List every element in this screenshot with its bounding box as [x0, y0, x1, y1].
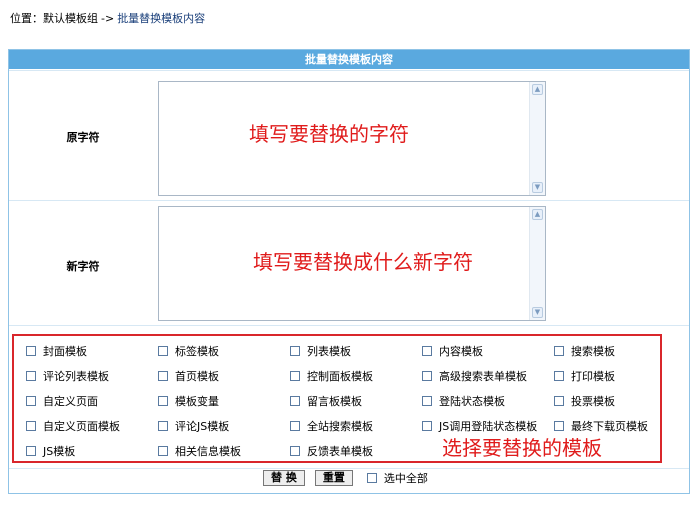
template-checkbox-item[interactable]: 留言板模板	[290, 393, 362, 409]
template-checkbox-item[interactable]: 搜索模板	[554, 343, 615, 359]
template-checkbox-item[interactable]: 首页模板	[158, 368, 219, 384]
template-checkbox-item[interactable]: JS模板	[26, 443, 75, 459]
new-string-label: 新字符	[66, 260, 100, 273]
template-checkbox-item[interactable]: 列表模板	[290, 343, 351, 359]
checkbox[interactable]	[290, 371, 300, 381]
old-string-row: 原字符 ▲ ▼ 填写要替换的字符	[9, 70, 689, 201]
checkbox[interactable]	[366, 473, 377, 483]
template-checkbox-item[interactable]: 控制面板模板	[290, 368, 373, 384]
checkbox[interactable]	[26, 396, 36, 406]
template-checkbox-item[interactable]: 自定义页面	[26, 393, 98, 409]
breadcrumb-group: 默认模板组	[43, 12, 98, 25]
template-checkbox-item[interactable]: 标签模板	[158, 343, 219, 359]
action-bar: 替 换 重置 选中全部	[263, 470, 428, 486]
template-checkbox-item[interactable]: 反馈表单模板	[290, 443, 373, 459]
template-checkbox-item[interactable]: 高级搜索表单模板	[422, 368, 527, 384]
checkbox[interactable]	[158, 371, 168, 381]
checkbox[interactable]	[158, 421, 168, 431]
old-string-hint: 填写要替换的字符	[249, 122, 409, 146]
checkbox[interactable]	[422, 346, 432, 356]
replace-button[interactable]: 替 换	[263, 470, 305, 486]
checkbox[interactable]	[554, 421, 564, 431]
scroll-up-icon[interactable]: ▲	[532, 209, 543, 220]
old-string-scrollbar[interactable]: ▲ ▼	[529, 82, 545, 195]
breadcrumb-separator: ->	[101, 12, 115, 25]
reset-button[interactable]: 重置	[314, 470, 353, 486]
new-string-scrollbar[interactable]: ▲ ▼	[529, 207, 545, 320]
checkbox[interactable]	[158, 446, 168, 456]
template-checkbox-item[interactable]: 登陆状态模板	[422, 393, 505, 409]
checkbox[interactable]	[422, 396, 432, 406]
checkbox[interactable]	[554, 346, 564, 356]
template-checkbox-item[interactable]: 全站搜索模板	[290, 418, 373, 434]
checkbox[interactable]	[158, 396, 168, 406]
checkbox[interactable]	[554, 371, 564, 381]
template-checkbox-item[interactable]: 评论JS模板	[158, 418, 229, 434]
checkbox[interactable]	[26, 421, 36, 431]
template-checkbox-item[interactable]: 内容模板	[422, 343, 483, 359]
checkbox[interactable]	[158, 346, 168, 356]
checkbox[interactable]	[422, 371, 432, 381]
template-checkbox-grid: 封面模板 标签模板 列表模板 内容模板 搜索模板 评论列表模板 首页模板 控制面…	[12, 334, 662, 463]
new-string-hint: 填写要替换成什么新字符	[253, 250, 473, 274]
scroll-down-icon[interactable]: ▼	[532, 307, 543, 318]
checkbox[interactable]	[26, 346, 36, 356]
template-checkbox-item[interactable]: 模板变量	[158, 393, 219, 409]
checkbox[interactable]	[290, 421, 300, 431]
template-checkbox-item[interactable]: 投票模板	[554, 393, 615, 409]
template-checkbox-item[interactable]: 自定义页面模板	[26, 418, 120, 434]
checkbox[interactable]	[290, 346, 300, 356]
template-checkbox-item[interactable]: 封面模板	[26, 343, 87, 359]
new-string-row: 新字符 ▲ ▼ 填写要替换成什么新字符	[9, 200, 689, 326]
divider	[9, 468, 689, 469]
breadcrumb: 位置：默认模板组 -> 批量替换模板内容	[10, 10, 205, 26]
scroll-up-icon[interactable]: ▲	[532, 84, 543, 95]
old-string-label: 原字符	[66, 131, 100, 144]
templates-hint: 选择要替换的模板	[442, 436, 602, 460]
checkbox[interactable]	[26, 446, 36, 456]
scroll-down-icon[interactable]: ▼	[532, 182, 543, 193]
breadcrumb-current-link[interactable]: 批量替换模板内容	[117, 12, 205, 25]
template-checkbox-item[interactable]: 相关信息模板	[158, 443, 241, 459]
panel-title: 批量替换模板内容	[9, 50, 689, 69]
template-checkbox-item[interactable]: 评论列表模板	[26, 368, 109, 384]
breadcrumb-prefix: 位置：	[10, 12, 43, 25]
checkbox[interactable]	[554, 396, 564, 406]
select-all-label: 选中全部	[383, 472, 428, 485]
checkbox[interactable]	[26, 371, 36, 381]
divider	[9, 325, 689, 326]
select-all-toggle[interactable]: 选中全部	[366, 470, 428, 486]
checkbox[interactable]	[422, 421, 432, 431]
template-checkbox-item[interactable]: 打印模板	[554, 368, 615, 384]
checkbox[interactable]	[290, 446, 300, 456]
checkbox[interactable]	[290, 396, 300, 406]
